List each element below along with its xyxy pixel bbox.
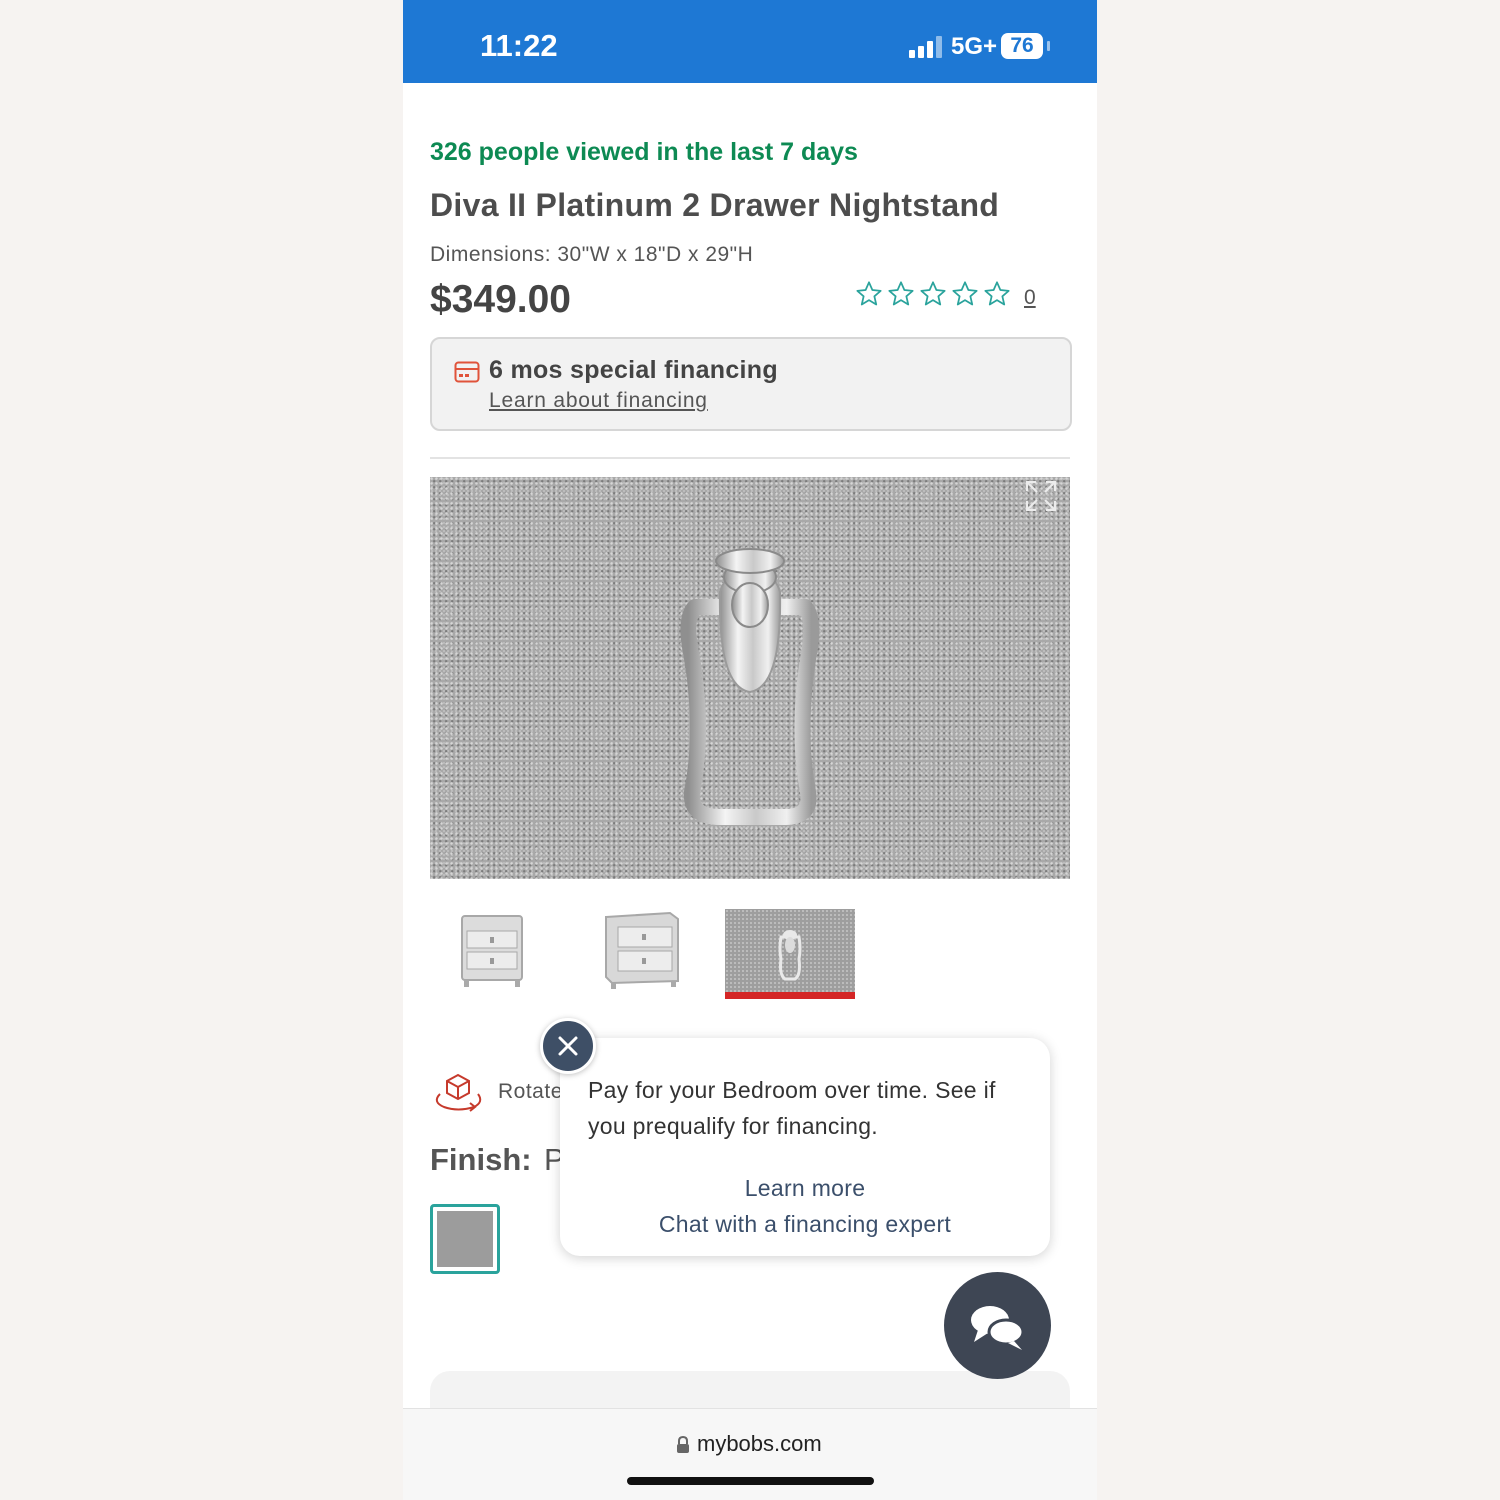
status-bar: 11:22 5G+ 76 [403, 0, 1097, 83]
browser-url-bar[interactable]: mybobs.com [403, 1408, 1097, 1500]
drawer-pull-thumbnail-image [778, 930, 802, 981]
star-icon [952, 281, 978, 306]
product-dimensions: Dimensions: 30"W x 18"D x 29"H [430, 243, 754, 266]
nightstand-angle-thumbnail-image [605, 911, 679, 989]
network-type: 5G+ [951, 33, 998, 60]
battery-icon: 76 [1001, 33, 1043, 59]
rating-stars[interactable] [855, 280, 1015, 312]
learn-more-link[interactable]: Learn more [560, 1175, 1050, 1202]
star-icon [984, 281, 1010, 306]
nightstand-thumbnail-image [461, 915, 523, 987]
thumbnail-2[interactable] [578, 909, 708, 993]
selected-thumbnail-indicator [725, 992, 855, 999]
star-icon [888, 281, 914, 306]
credit-card-icon [454, 361, 480, 383]
close-icon [558, 1036, 578, 1056]
section-divider [430, 457, 1070, 459]
thumbnail-1[interactable] [430, 909, 560, 993]
learn-about-financing-link[interactable]: Learn about financing [489, 389, 708, 413]
cellular-signal-icon [909, 36, 945, 58]
status-time: 11:22 [480, 28, 558, 63]
battery-tip [1047, 41, 1050, 51]
thumbnail-3[interactable] [725, 909, 855, 993]
close-popup-button[interactable] [540, 1018, 596, 1074]
rotate-3d-icon[interactable] [430, 1072, 486, 1114]
star-icon [920, 281, 946, 306]
chat-financing-expert-link[interactable]: Chat with a financing expert [560, 1211, 1050, 1238]
viewed-notice: 326 people viewed in the last 7 days [430, 138, 858, 166]
chat-button[interactable] [944, 1272, 1051, 1379]
product-main-image[interactable] [430, 477, 1070, 879]
finish-swatch-color [437, 1211, 493, 1267]
lock-icon [677, 1436, 689, 1453]
finish-label: Finish: [430, 1142, 532, 1177]
home-indicator[interactable] [627, 1477, 874, 1485]
review-count-link[interactable]: 0 [1024, 286, 1036, 310]
financing-title: 6 mos special financing [489, 356, 778, 384]
star-icon [856, 281, 882, 306]
financing-box: 6 mos special financing Learn about fina… [430, 337, 1072, 431]
popup-message: Pay for your Bedroom over time. See if y… [588, 1077, 996, 1139]
drawer-pull-image [680, 548, 820, 825]
product-price: $349.00 [430, 278, 571, 321]
rotate-label[interactable]: Rotate [498, 1080, 563, 1104]
finish-swatch[interactable] [430, 1204, 500, 1274]
phone-screen: 11:22 5G+ 76 326 people viewed in the la… [403, 0, 1097, 1500]
chat-bubbles-icon [971, 1306, 1025, 1350]
product-title: Diva II Platinum 2 Drawer Nightstand [430, 187, 1000, 223]
expand-icon[interactable] [1024, 479, 1058, 513]
financing-popup: Pay for your Bedroom over time. See if y… [560, 1038, 1050, 1256]
url-text[interactable]: mybobs.com [697, 1431, 822, 1457]
